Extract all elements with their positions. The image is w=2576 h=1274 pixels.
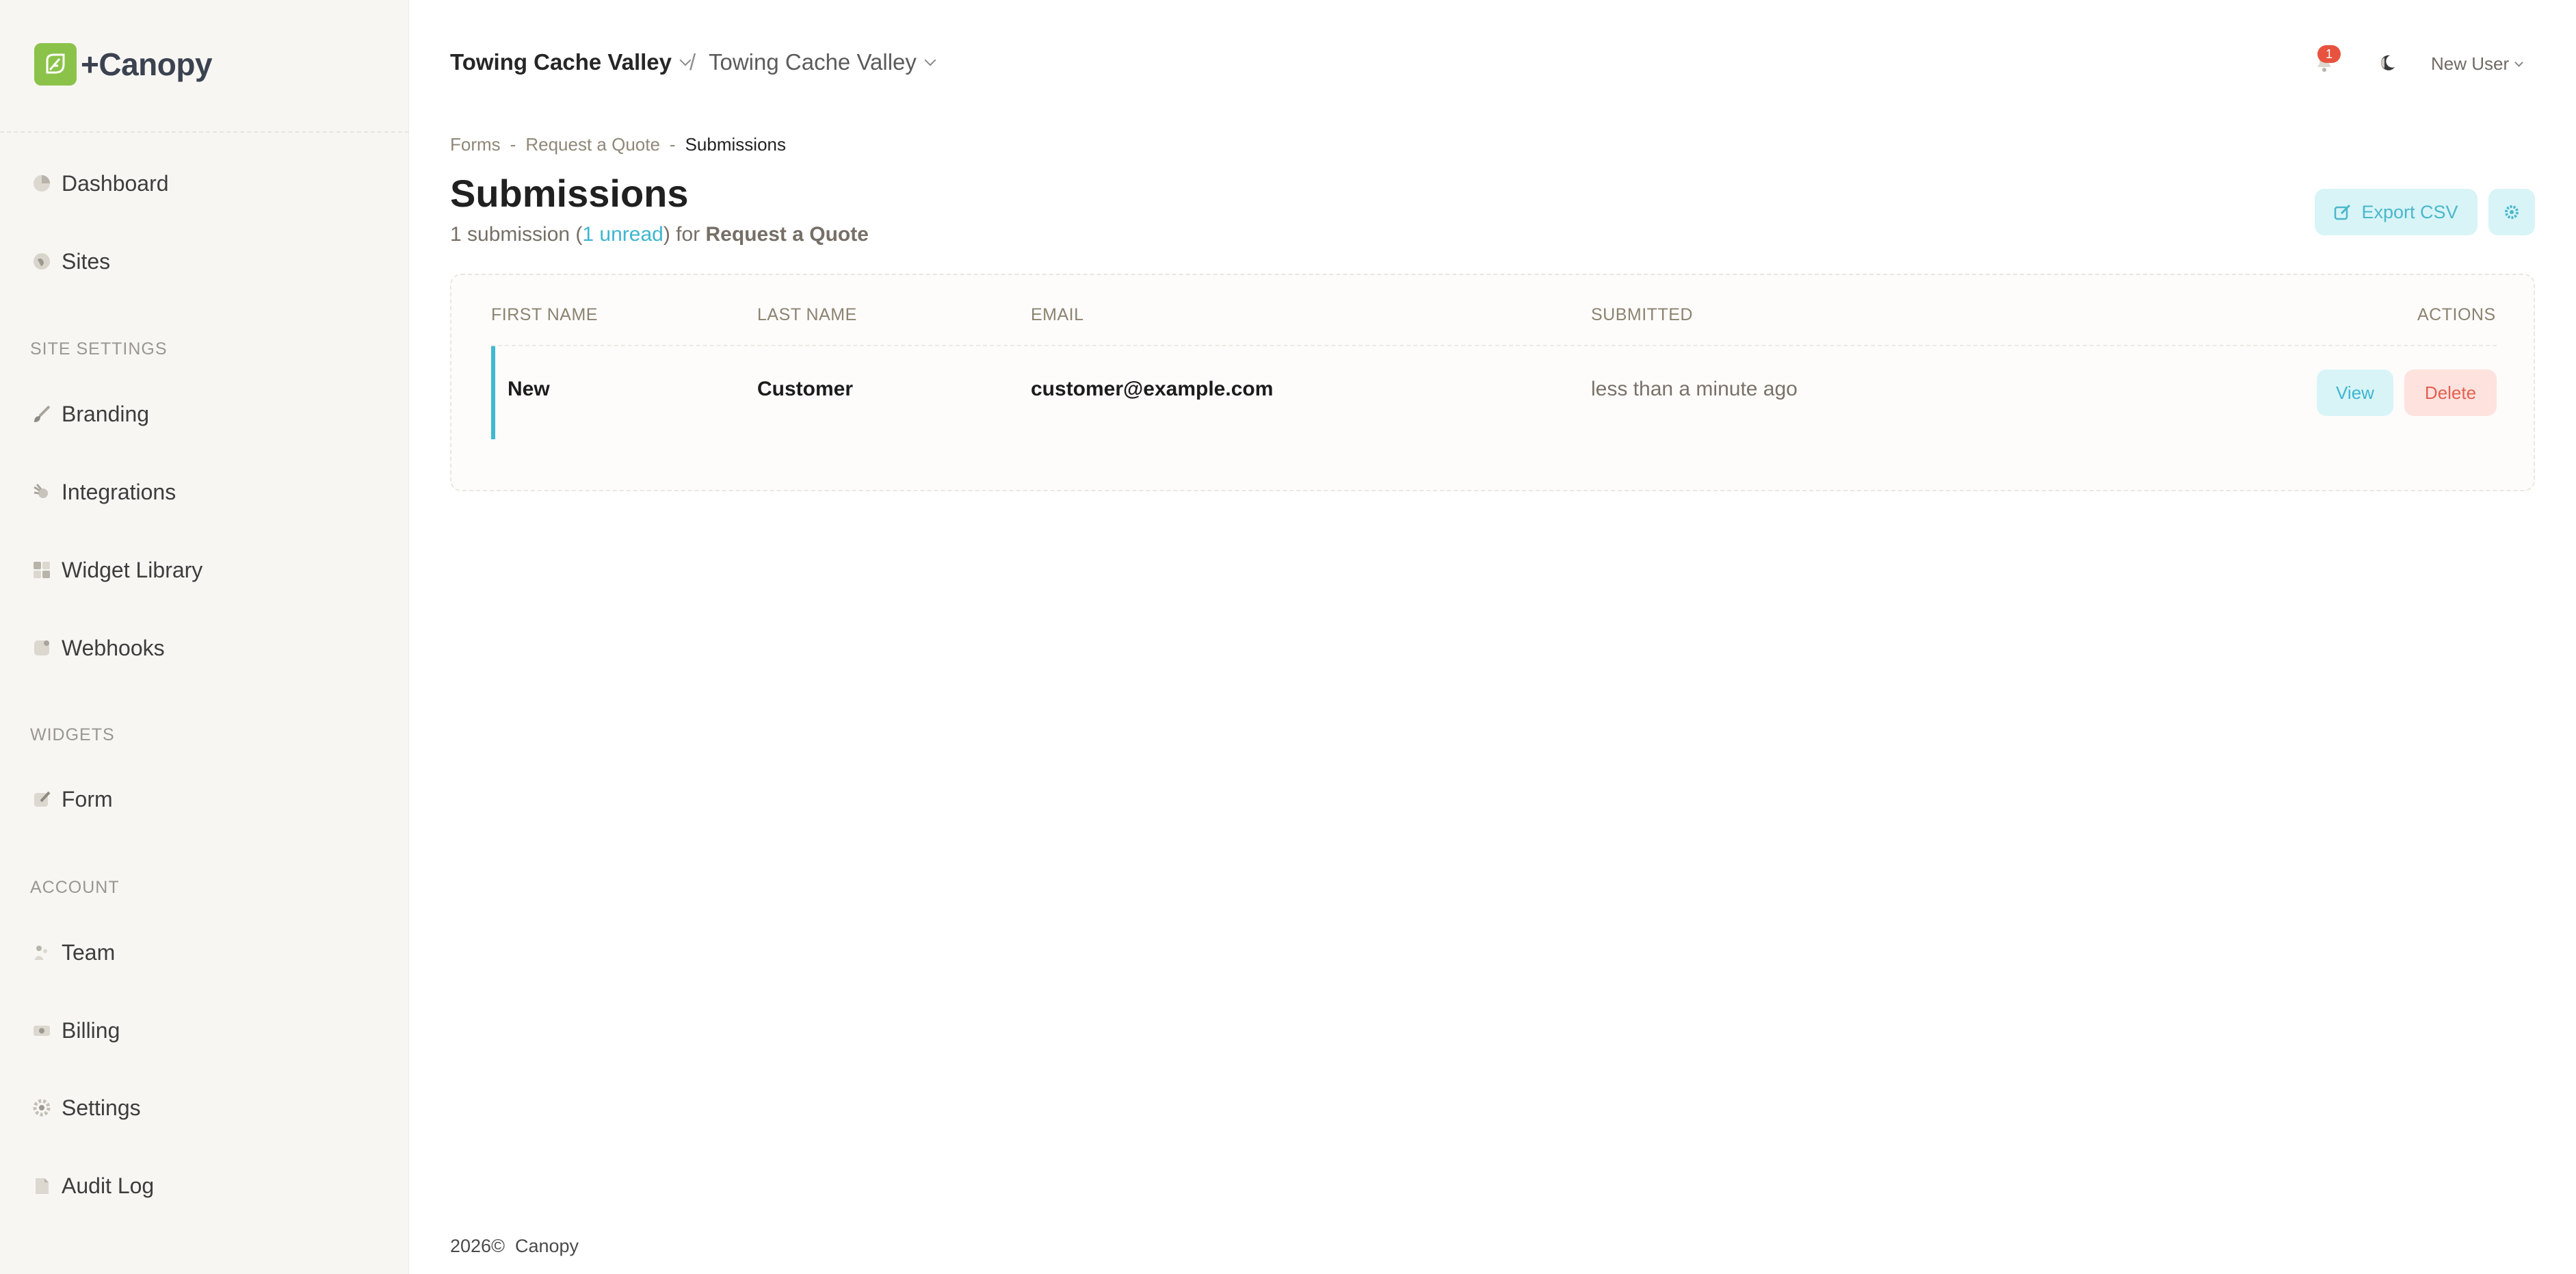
edit-icon — [2335, 204, 2351, 220]
sidebar-item-label: Sites — [62, 248, 111, 274]
org-name: Towing Cache Valley — [450, 49, 672, 75]
column-header-last-name: LAST NAME — [757, 305, 857, 324]
page-subtitle: 1 submission (1 unread) for Request a Qu… — [450, 223, 869, 246]
gear-icon — [2505, 205, 2519, 219]
logo[interactable]: +Canopy — [34, 43, 213, 86]
sidebar-item-label: Audit Log — [62, 1173, 155, 1198]
sidebar-item-widget-library[interactable]: Widget Library — [30, 549, 202, 590]
moon-icon[interactable] — [2378, 53, 2397, 73]
subtitle-mid: ) for — [663, 223, 706, 246]
section-title-widgets: WIDGETS — [30, 725, 115, 744]
delete-button[interactable]: Delete — [2404, 369, 2497, 416]
breadcrumb-current: Submissions — [685, 134, 786, 155]
canopy-logo-icon — [34, 43, 77, 86]
breadcrumb-request-a-quote[interactable]: Request a Quote — [525, 134, 660, 155]
section-title-site-settings: SITE SETTINGS — [30, 339, 168, 359]
submission-count: 1 submission ( — [450, 223, 583, 246]
gear-icon — [30, 1096, 53, 1119]
form-settings-button[interactable] — [2488, 189, 2535, 235]
breadcrumb-separator: / — [689, 49, 696, 75]
sidebar-item-sites[interactable]: Sites — [30, 241, 110, 282]
grid-icon — [30, 558, 53, 582]
sidebar-item-label: Form — [62, 786, 113, 811]
page-title: Submissions — [450, 172, 689, 215]
column-header-actions: ACTIONS — [2417, 305, 2496, 324]
site-switcher[interactable]: Towing Cache Valley — [709, 49, 936, 75]
sidebar-item-label: Integrations — [62, 479, 176, 504]
main-content: Towing Cache Valley / Towing Cache Valle… — [409, 0, 2576, 1274]
sidebar-item-branding[interactable]: Branding — [30, 393, 149, 434]
breadcrumb: Forms - Request a Quote - Submissions — [450, 134, 786, 155]
webhook-icon — [30, 636, 53, 660]
cell-email: customer@example.com — [1031, 378, 1274, 400]
breadcrumb-sep: - — [669, 134, 676, 155]
submissions-table: FIRST NAME LAST NAME EMAIL SUBMITTED ACT… — [450, 274, 2535, 491]
sidebar-item-label: Webhooks — [62, 635, 165, 660]
sidebar-item-audit-log[interactable]: Audit Log — [30, 1165, 154, 1206]
chevron-down-icon — [924, 54, 936, 66]
view-button[interactable]: View — [2317, 369, 2393, 416]
sidebar-item-form[interactable]: Form — [30, 779, 113, 820]
sidebar-item-label: Branding — [62, 401, 150, 426]
user-name: New User — [2431, 53, 2510, 74]
sidebar-item-label: Settings — [62, 1095, 141, 1120]
export-csv-button[interactable]: Export CSV — [2315, 189, 2478, 235]
sidebar-item-label: Dashboard — [62, 170, 169, 196]
notification-badge: 1 — [2317, 45, 2341, 63]
sidebar-item-integrations[interactable]: Integrations — [30, 471, 176, 512]
footer: 2026© Canopy — [450, 1236, 579, 1257]
breadcrumb-sep: - — [510, 134, 516, 155]
sidebar-item-webhooks[interactable]: Webhooks — [30, 627, 165, 668]
form-name: Request a Quote — [705, 223, 869, 246]
sidebar-item-settings[interactable]: Settings — [30, 1087, 141, 1128]
globe-icon — [30, 250, 53, 273]
sidebar-item-team[interactable]: Team — [30, 932, 115, 973]
footer-year: 2026© — [450, 1236, 505, 1256]
export-csv-label: Export CSV — [2361, 201, 2458, 222]
unread-count-link[interactable]: 1 unread — [582, 223, 663, 246]
column-header-first-name: FIRST NAME — [491, 305, 598, 324]
sidebar-item-billing[interactable]: Billing — [30, 1010, 120, 1051]
team-icon — [30, 941, 53, 964]
footer-brand: Canopy — [514, 1236, 579, 1256]
site-name: Towing Cache Valley — [709, 49, 917, 75]
column-header-email: EMAIL — [1031, 305, 1084, 324]
brush-icon — [30, 402, 53, 426]
cell-first-name: New — [508, 378, 550, 400]
sidebar-item-dashboard[interactable]: Dashboard — [30, 163, 169, 204]
sidebar-item-label: Team — [62, 939, 116, 965]
sidebar-item-label: Billing — [62, 1017, 120, 1043]
table-row[interactable]: New Customer customer@example.com less t… — [491, 346, 2497, 439]
form-icon — [30, 788, 53, 811]
sidebar: +Canopy Dashboard Sites SITE SETTINGS Br… — [0, 0, 409, 1274]
plug-icon — [30, 480, 53, 504]
column-header-submitted: SUBMITTED — [1591, 305, 1693, 324]
user-menu[interactable]: New User — [2431, 53, 2524, 75]
sidebar-divider — [0, 131, 409, 133]
log-icon — [30, 1174, 53, 1197]
breadcrumb-forms[interactable]: Forms — [450, 134, 501, 155]
sidebar-item-label: Widget Library — [62, 557, 203, 582]
unread-indicator — [491, 346, 495, 439]
billing-icon — [30, 1019, 53, 1042]
app-name: +Canopy — [81, 47, 213, 82]
cell-last-name: Customer — [757, 378, 854, 400]
pie-chart-icon — [30, 172, 53, 195]
section-title-account: ACCOUNT — [30, 878, 120, 897]
org-switcher[interactable]: Towing Cache Valley — [450, 49, 692, 75]
chevron-down-icon — [2514, 58, 2524, 67]
cell-submitted: less than a minute ago — [1591, 378, 1798, 400]
